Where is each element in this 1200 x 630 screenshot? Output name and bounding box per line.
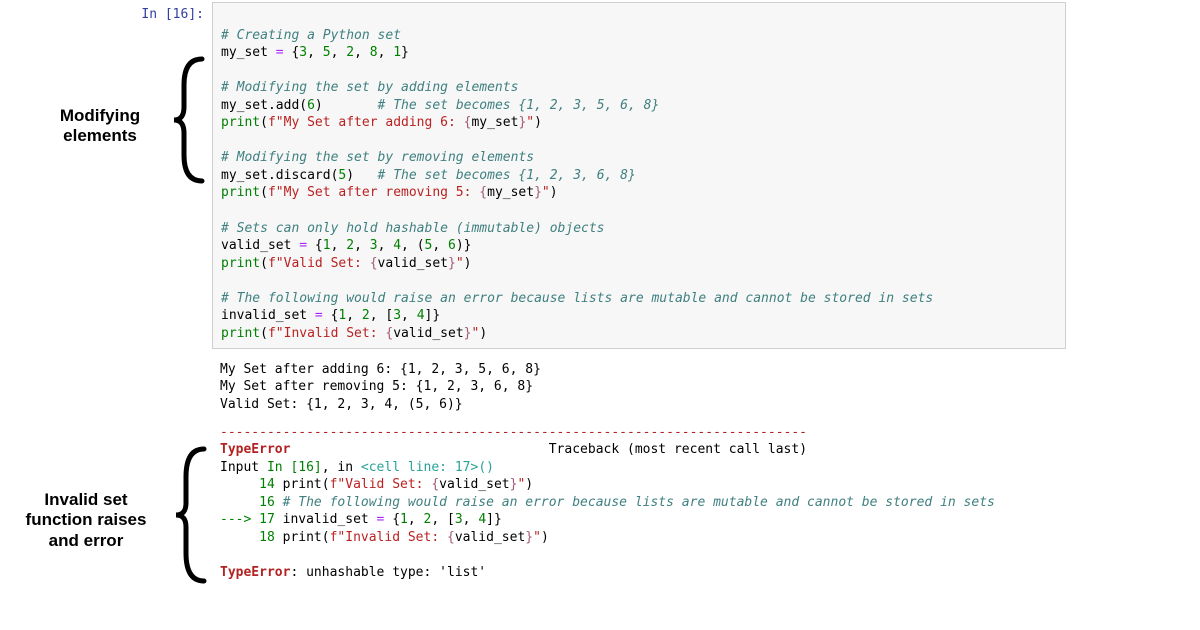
annotation-invalid-set: Invalid set function raises and error [6, 490, 166, 551]
brace-icon [172, 445, 212, 585]
comment: # Creating a Python set [221, 28, 401, 43]
comment: # Sets can only hold hashable (immutable… [221, 221, 605, 236]
error-message: : unhashable type: 'list' [290, 565, 486, 580]
traceback-output: ----------------------------------------… [220, 406, 995, 581]
error-arrow-icon: ---> [220, 512, 259, 527]
error-name: TypeError [220, 565, 290, 580]
traceback-divider: ----------------------------------------… [220, 425, 807, 440]
stdout-output: My Set after adding 6: {1, 2, 3, 5, 6, 8… [220, 343, 541, 413]
page-container: In [16]: # Creating a Python set my_set … [0, 0, 1200, 630]
output-line: My Set after removing 5: {1, 2, 3, 6, 8} [220, 379, 533, 394]
code: my_set [221, 45, 276, 60]
error-name: TypeError [220, 442, 290, 457]
comment: # Modifying the set by removing elements [221, 150, 534, 165]
annotation-modifying: Modifying elements [40, 106, 160, 147]
output-line: My Set after adding 6: {1, 2, 3, 5, 6, 8… [220, 362, 541, 377]
comment: # The following would raise an error bec… [221, 291, 933, 306]
comment: # Modifying the set by adding elements [221, 80, 518, 95]
brace-icon [170, 55, 210, 185]
traceback-label: Traceback (most recent call last) [549, 442, 807, 457]
input-prompt: In [16]: [130, 7, 204, 22]
code-cell[interactable]: # Creating a Python set my_set = {3, 5, … [212, 2, 1066, 349]
